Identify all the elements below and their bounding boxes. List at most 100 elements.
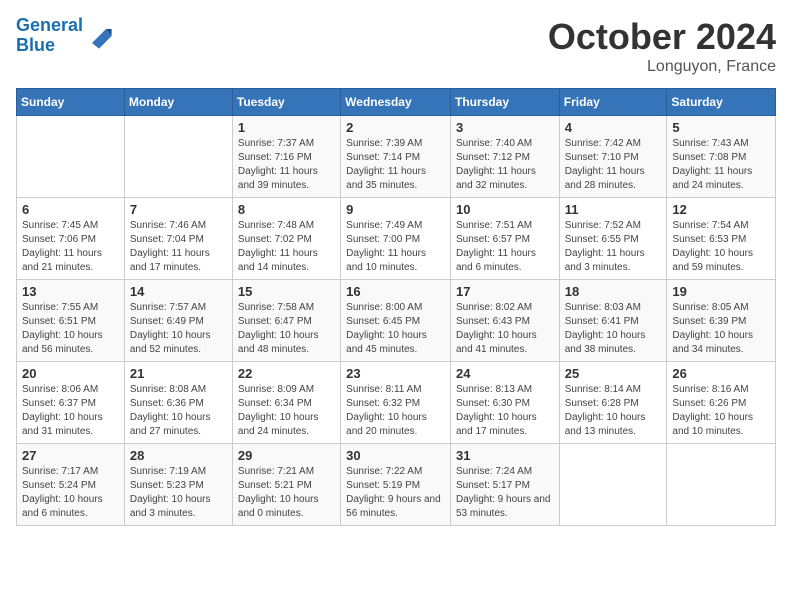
cell-info: Sunrise: 7:55 AM Sunset: 6:51 PM Dayligh… [22,301,119,357]
calendar-cell: 26 Sunrise: 8:16 AM Sunset: 6:26 PM Dayli… [667,362,776,444]
cell-date-number: 13 [22,284,119,299]
cell-date-number: 24 [456,366,554,381]
calendar-cell: 3 Sunrise: 7:40 AM Sunset: 7:12 PM Daylig… [450,116,559,198]
cell-date-number: 27 [22,448,119,463]
calendar-cell: 22 Sunrise: 8:09 AM Sunset: 6:34 PM Dayli… [232,362,340,444]
logo-icon [85,22,113,50]
calendar-week-row: 6Sunrise: 7:45 AM Sunset: 7:06 PM Daylig… [17,198,776,280]
cell-date-number: 11 [565,202,662,217]
calendar-week-row: 1 Sunrise: 7:37 AM Sunset: 7:16 PM Daylig… [17,116,776,198]
cell-info: Sunrise: 7:51 AM Sunset: 6:57 PM Dayligh… [456,219,554,275]
cell-info: Sunrise: 8:14 AM Sunset: 6:28 PM Dayligh… [565,383,662,439]
cell-info: Sunrise: 7:37 AM Sunset: 7:16 PM Dayligh… [238,137,335,193]
cell-info: Sunrise: 7:54 AM Sunset: 6:53 PM Dayligh… [672,219,770,275]
cell-info: Sunrise: 7:22 AM Sunset: 5:19 PM Dayligh… [346,465,445,521]
calendar-header: SundayMondayTuesdayWednesdayThursdayFrid… [17,89,776,116]
calendar-cell: 24 Sunrise: 8:13 AM Sunset: 6:30 PM Dayli… [450,362,559,444]
cell-date-number: 3 [456,120,554,135]
weekday-header: Tuesday [232,89,340,116]
calendar-cell: 31Sunrise: 7:24 AM Sunset: 5:17 PM Dayli… [450,444,559,526]
calendar-cell: 15Sunrise: 7:58 AM Sunset: 6:47 PM Dayli… [232,280,340,362]
calendar-cell: 29Sunrise: 7:21 AM Sunset: 5:21 PM Dayli… [232,444,340,526]
calendar-cell: 8Sunrise: 7:48 AM Sunset: 7:02 PM Daylig… [232,198,340,280]
cell-date-number: 23 [346,366,445,381]
cell-date-number: 25 [565,366,662,381]
calendar-cell: 19 Sunrise: 8:05 AM Sunset: 6:39 PM Dayli… [667,280,776,362]
cell-info: Sunrise: 8:16 AM Sunset: 6:26 PM Dayligh… [672,383,770,439]
cell-info: Sunrise: 7:57 AM Sunset: 6:49 PM Dayligh… [130,301,227,357]
cell-date-number: 26 [672,366,770,381]
cell-date-number: 2 [346,120,445,135]
calendar-cell: 30Sunrise: 7:22 AM Sunset: 5:19 PM Dayli… [341,444,451,526]
calendar-cell: 25 Sunrise: 8:14 AM Sunset: 6:28 PM Dayli… [559,362,667,444]
cell-info: Sunrise: 7:45 AM Sunset: 7:06 PM Dayligh… [22,219,119,275]
cell-info: Sunrise: 7:58 AM Sunset: 6:47 PM Dayligh… [238,301,335,357]
page-header: GeneralBlue October 2024 Longuyon, Franc… [16,16,776,76]
cell-date-number: 31 [456,448,554,463]
calendar-week-row: 20 Sunrise: 8:06 AM Sunset: 6:37 PM Dayli… [17,362,776,444]
cell-info: Sunrise: 7:52 AM Sunset: 6:55 PM Dayligh… [565,219,662,275]
cell-date-number: 9 [346,202,445,217]
logo-text: GeneralBlue [16,16,83,56]
calendar-cell: 5 Sunrise: 7:43 AM Sunset: 7:08 PM Daylig… [667,116,776,198]
calendar-table: SundayMondayTuesdayWednesdayThursdayFrid… [16,88,776,526]
cell-info: Sunrise: 8:08 AM Sunset: 6:36 PM Dayligh… [130,383,227,439]
calendar-cell: 20 Sunrise: 8:06 AM Sunset: 6:37 PM Dayli… [17,362,125,444]
calendar-cell [124,116,232,198]
cell-info: Sunrise: 8:02 AM Sunset: 6:43 PM Dayligh… [456,301,554,357]
cell-date-number: 7 [130,202,227,217]
calendar-cell: 4 Sunrise: 7:42 AM Sunset: 7:10 PM Daylig… [559,116,667,198]
cell-date-number: 18 [565,284,662,299]
cell-info: Sunrise: 8:13 AM Sunset: 6:30 PM Dayligh… [456,383,554,439]
weekday-header: Thursday [450,89,559,116]
cell-info: Sunrise: 8:06 AM Sunset: 6:37 PM Dayligh… [22,383,119,439]
calendar-cell: 17 Sunrise: 8:02 AM Sunset: 6:43 PM Dayli… [450,280,559,362]
calendar-cell: 2 Sunrise: 7:39 AM Sunset: 7:14 PM Daylig… [341,116,451,198]
cell-info: Sunrise: 7:49 AM Sunset: 7:00 PM Dayligh… [346,219,445,275]
calendar-cell: 6Sunrise: 7:45 AM Sunset: 7:06 PM Daylig… [17,198,125,280]
weekday-header: Monday [124,89,232,116]
calendar-cell: 27 Sunrise: 7:17 AM Sunset: 5:24 PM Dayli… [17,444,125,526]
cell-info: Sunrise: 8:09 AM Sunset: 6:34 PM Dayligh… [238,383,335,439]
cell-date-number: 14 [130,284,227,299]
cell-info: Sunrise: 7:42 AM Sunset: 7:10 PM Dayligh… [565,137,662,193]
cell-info: Sunrise: 8:11 AM Sunset: 6:32 PM Dayligh… [346,383,445,439]
calendar-cell: 28Sunrise: 7:19 AM Sunset: 5:23 PM Dayli… [124,444,232,526]
calendar-week-row: 13 Sunrise: 7:55 AM Sunset: 6:51 PM Dayli… [17,280,776,362]
cell-info: Sunrise: 8:05 AM Sunset: 6:39 PM Dayligh… [672,301,770,357]
calendar-cell: 14 Sunrise: 7:57 AM Sunset: 6:49 PM Dayli… [124,280,232,362]
weekday-header: Sunday [17,89,125,116]
cell-date-number: 12 [672,202,770,217]
cell-info: Sunrise: 7:48 AM Sunset: 7:02 PM Dayligh… [238,219,335,275]
cell-date-number: 28 [130,448,227,463]
calendar-cell: 13 Sunrise: 7:55 AM Sunset: 6:51 PM Dayli… [17,280,125,362]
cell-info: Sunrise: 7:43 AM Sunset: 7:08 PM Dayligh… [672,137,770,193]
calendar-cell [559,444,667,526]
cell-info: Sunrise: 7:46 AM Sunset: 7:04 PM Dayligh… [130,219,227,275]
cell-info: Sunrise: 7:17 AM Sunset: 5:24 PM Dayligh… [22,465,119,521]
cell-info: Sunrise: 7:21 AM Sunset: 5:21 PM Dayligh… [238,465,335,521]
cell-info: Sunrise: 7:39 AM Sunset: 7:14 PM Dayligh… [346,137,445,193]
calendar-week-row: 27 Sunrise: 7:17 AM Sunset: 5:24 PM Dayli… [17,444,776,526]
cell-date-number: 19 [672,284,770,299]
page-subtitle: Longuyon, France [548,58,776,76]
cell-info: Sunrise: 8:00 AM Sunset: 6:45 PM Dayligh… [346,301,445,357]
cell-date-number: 22 [238,366,335,381]
title-block: October 2024 Longuyon, France [548,16,776,76]
cell-date-number: 1 [238,120,335,135]
calendar-cell [667,444,776,526]
cell-info: Sunrise: 8:03 AM Sunset: 6:41 PM Dayligh… [565,301,662,357]
weekday-header: Saturday [667,89,776,116]
cell-date-number: 5 [672,120,770,135]
cell-date-number: 10 [456,202,554,217]
cell-date-number: 17 [456,284,554,299]
cell-date-number: 16 [346,284,445,299]
cell-date-number: 4 [565,120,662,135]
cell-date-number: 20 [22,366,119,381]
cell-info: Sunrise: 7:40 AM Sunset: 7:12 PM Dayligh… [456,137,554,193]
calendar-cell: 16 Sunrise: 8:00 AM Sunset: 6:45 PM Dayli… [341,280,451,362]
calendar-cell [17,116,125,198]
weekday-header: Friday [559,89,667,116]
cell-date-number: 21 [130,366,227,381]
calendar-cell: 9 Sunrise: 7:49 AM Sunset: 7:00 PM Daylig… [341,198,451,280]
